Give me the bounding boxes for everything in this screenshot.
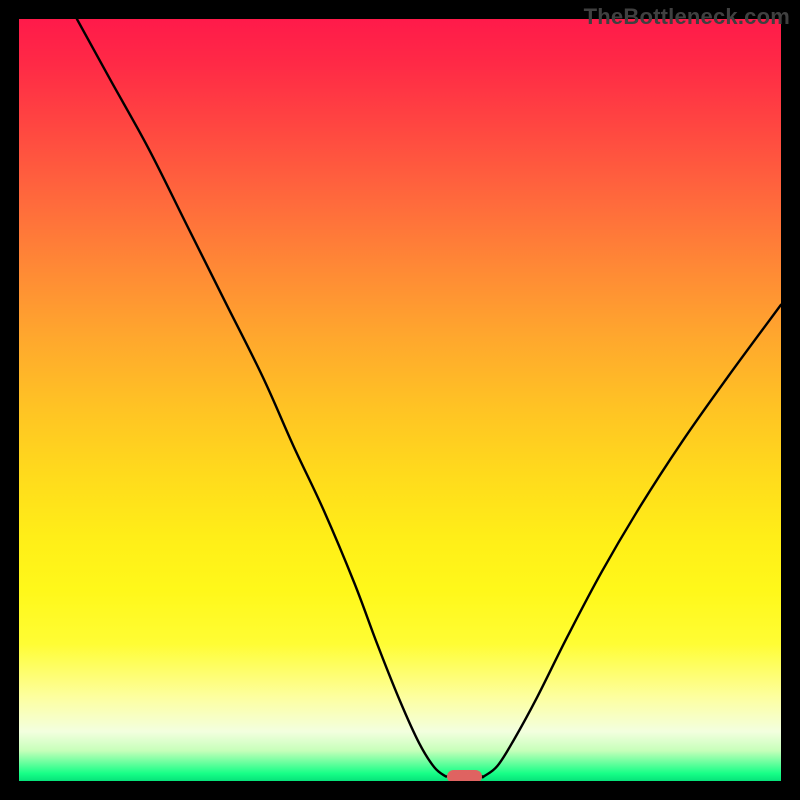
chart-frame: TheBottleneck.com [0,0,800,800]
curve-path [77,19,781,777]
plot-area [19,19,781,781]
bottleneck-curve [19,19,781,781]
watermark-text: TheBottleneck.com [584,4,790,30]
optimal-point-marker [447,770,482,781]
